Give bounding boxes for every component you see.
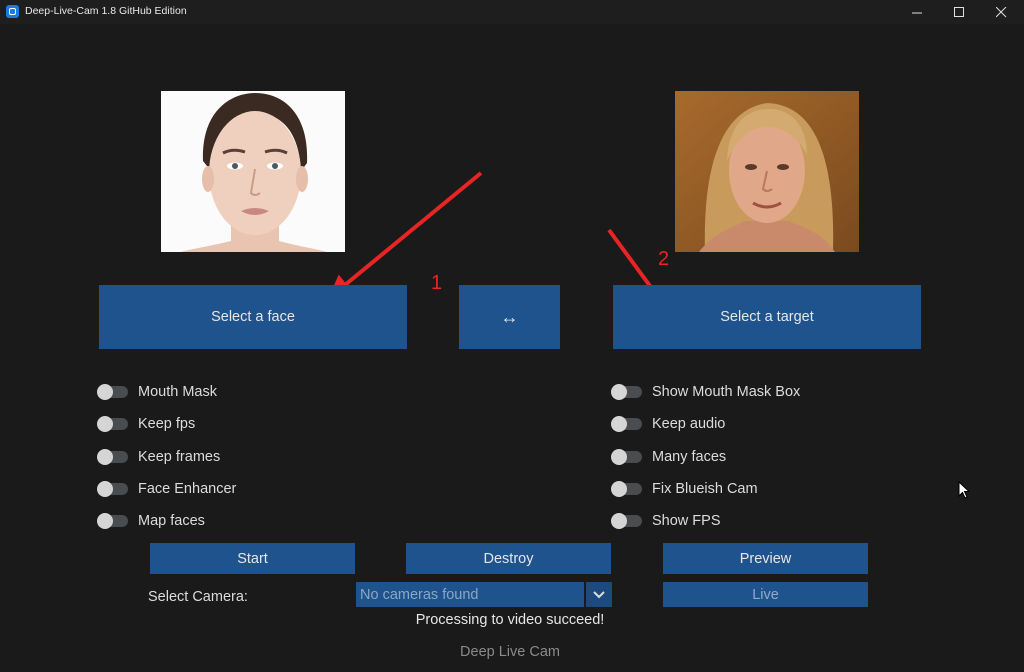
target-image: [675, 91, 859, 252]
switch-label: Show FPS: [652, 513, 721, 529]
switch-fix-blueish-cam[interactable]: Fix Blueish Cam: [611, 479, 758, 499]
toggle-switch[interactable]: [97, 481, 128, 497]
title-bar: Deep-Live-Cam 1.8 GitHub Edition: [0, 0, 1024, 24]
maximize-icon: [953, 6, 964, 17]
switch-label: Map faces: [138, 513, 205, 529]
app-icon: [6, 5, 19, 18]
switch-label: Keep fps: [138, 416, 196, 432]
minimize-icon: [911, 12, 922, 13]
swap-button[interactable]: ↔: [459, 285, 560, 349]
select-face-button[interactable]: Select a face: [99, 285, 407, 349]
camera-dropdown-value: No cameras found: [360, 586, 479, 603]
select-target-button[interactable]: Select a target: [613, 285, 921, 349]
source-face-photo: [161, 91, 345, 252]
toggle-knob: [611, 513, 627, 529]
switch-label: Show Mouth Mask Box: [652, 384, 801, 400]
close-icon: [995, 6, 1006, 17]
mouse-cursor-icon: [958, 481, 970, 499]
minimize-button[interactable]: [895, 0, 939, 24]
destroy-button[interactable]: Destroy: [406, 543, 611, 574]
toggle-knob: [611, 416, 627, 432]
window-title: Deep-Live-Cam 1.8 GitHub Edition: [25, 5, 187, 17]
target-photo: [675, 91, 859, 252]
toggle-knob: [611, 481, 627, 497]
toggle-switch[interactable]: [611, 513, 642, 529]
preview-button[interactable]: Preview: [663, 543, 868, 574]
toggle-switch[interactable]: [97, 449, 128, 465]
switch-show-fps[interactable]: Show FPS: [611, 511, 721, 531]
annotation-number-1: 1: [431, 272, 443, 294]
switch-keep-frames[interactable]: Keep frames: [97, 447, 221, 467]
toggle-knob: [611, 384, 627, 400]
toggle-switch[interactable]: [611, 481, 642, 497]
switch-face-enhancer[interactable]: Face Enhancer: [97, 479, 237, 499]
switch-label: Fix Blueish Cam: [652, 481, 758, 497]
switch-label: Keep audio: [652, 416, 726, 432]
toggle-knob: [97, 384, 113, 400]
switch-label: Many faces: [652, 449, 727, 465]
arrow-to-select-face: [327, 171, 483, 300]
source-face-image: [161, 91, 345, 252]
switch-mouth-mask[interactable]: Mouth Mask: [97, 382, 217, 402]
switch-keep-fps[interactable]: Keep fps: [97, 414, 196, 434]
status-message: Processing to video succeed!: [415, 612, 605, 628]
toggle-knob: [97, 481, 113, 497]
switch-label: Mouth Mask: [138, 384, 217, 400]
toggle-knob: [97, 449, 113, 465]
close-button[interactable]: [979, 0, 1023, 24]
toggle-switch[interactable]: [97, 416, 128, 432]
toggle-knob: [97, 416, 113, 432]
maximize-button[interactable]: [937, 0, 981, 24]
toggle-switch[interactable]: [97, 513, 128, 529]
switch-label: Keep frames: [138, 449, 221, 465]
select-camera-label: Select Camera:: [148, 589, 248, 605]
toggle-switch[interactable]: [611, 449, 642, 465]
switch-many-faces[interactable]: Many faces: [611, 447, 727, 467]
toggle-switch[interactable]: [611, 416, 642, 432]
chevron-down-icon[interactable]: [584, 582, 612, 607]
camera-dropdown[interactable]: No cameras found: [356, 582, 612, 607]
toggle-knob: [97, 513, 113, 529]
start-button[interactable]: Start: [150, 543, 355, 574]
switch-map-faces[interactable]: Map faces: [97, 511, 205, 531]
toggle-knob: [611, 449, 627, 465]
switch-keep-audio[interactable]: Keep audio: [611, 414, 726, 434]
switch-label: Face Enhancer: [138, 481, 237, 497]
annotation-number-2: 2: [658, 248, 670, 270]
toggle-switch[interactable]: [611, 384, 642, 400]
chevron-down-svg: [593, 590, 605, 598]
footer-label: Deep Live Cam: [460, 644, 560, 660]
switch-show-mouth-mask-box[interactable]: Show Mouth Mask Box: [611, 382, 801, 402]
live-button[interactable]: Live: [663, 582, 868, 607]
toggle-switch[interactable]: [97, 384, 128, 400]
